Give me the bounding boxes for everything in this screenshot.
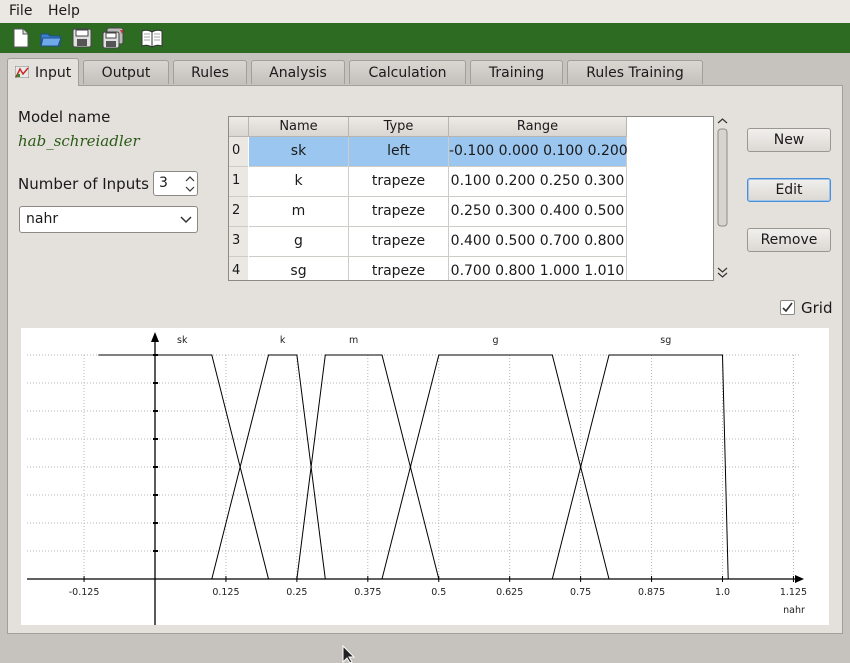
model-name-label: Model name [18, 108, 111, 126]
cell-type[interactable]: trapeze [349, 167, 449, 197]
grid-label: Grid [801, 299, 833, 317]
tab-rules-label: Rules [191, 65, 229, 81]
chart-icon [15, 66, 29, 78]
column-header-range[interactable]: Range [449, 117, 627, 137]
number-of-inputs-value: 3 [159, 175, 168, 191]
row-header[interactable]: 4 [229, 257, 248, 280]
tab-rules-training[interactable]: Rules Training [567, 60, 703, 84]
series-label-k: k [280, 335, 286, 346]
column-header-name[interactable]: Name [249, 117, 349, 137]
cell-name[interactable]: sk [249, 137, 349, 167]
column-header-label: Type [383, 119, 414, 134]
y-axis-arrow [151, 332, 159, 342]
spin-arrows-icon[interactable] [184, 174, 196, 194]
x-tick-label: 0.375 [354, 587, 381, 598]
tab-training-label: Training [488, 65, 545, 81]
cell-name[interactable]: k [249, 167, 349, 197]
table-scrollbar[interactable] [716, 116, 729, 281]
input-variable-select[interactable]: nahr [19, 206, 198, 233]
x-tick-label: 0.625 [496, 587, 523, 598]
remove-button[interactable]: Remove [747, 228, 831, 252]
table-corner [229, 117, 249, 137]
number-of-inputs-label: Number of Inputs [18, 175, 149, 193]
row-header[interactable]: 1 [229, 167, 248, 197]
series-line-sg [551, 354, 729, 580]
tab-output-label: Output [101, 65, 151, 81]
open-folder-icon[interactable] [39, 26, 63, 50]
tab-calculation[interactable]: Calculation [349, 60, 466, 84]
series-label-m: m [349, 335, 358, 346]
cell-range[interactable]: 0.250 0.300 0.400 0.500 [449, 197, 627, 227]
membership-chart-svg: -0.125 0.125 0.25 0.375 0.5 0.625 0.75 0.875 1.0… [27, 332, 807, 625]
cell-range[interactable]: 0.700 0.800 1.000 1.010 [449, 257, 627, 280]
x-tick-label: 0.125 [212, 587, 239, 598]
cell-range[interactable]: 0.100 0.200 0.250 0.300 [449, 167, 627, 197]
x-axis-arrow [795, 575, 804, 583]
cell-type[interactable]: trapeze [349, 227, 449, 257]
save-all-icon[interactable] [101, 26, 125, 50]
checkmark-icon [782, 302, 793, 313]
tab-input-label: Input [35, 65, 72, 81]
toolbar [0, 23, 850, 53]
x-tick-label: 1.125 [780, 587, 807, 598]
cell-range[interactable]: 0.400 0.500 0.700 0.800 [449, 227, 627, 257]
tab-input[interactable]: Input [7, 58, 79, 86]
grid-checkbox[interactable] [780, 300, 795, 315]
row-header[interactable]: 0 [229, 137, 248, 167]
chevron-down-icon [180, 216, 192, 224]
x-tick-label: 0.875 [638, 587, 665, 598]
tab-calculation-label: Calculation [368, 65, 447, 81]
series-label-sg: sg [660, 335, 671, 346]
x-tick-label: -0.125 [69, 587, 100, 598]
tab-training[interactable]: Training [470, 60, 563, 84]
cell-name[interactable]: g [249, 227, 349, 257]
membership-table: Name Type Range 0 sk left -0.100 0.000 0… [228, 116, 714, 281]
number-of-inputs-spinbox[interactable]: 3 [153, 171, 198, 196]
column-header-label: Name [279, 119, 318, 134]
menu-file[interactable]: File [9, 3, 32, 19]
series-label-sk: sk [177, 335, 188, 346]
tab-output[interactable]: Output [83, 60, 169, 84]
x-axis-label: nahr [783, 605, 805, 616]
book-icon[interactable] [140, 26, 164, 50]
column-header-type[interactable]: Type [349, 117, 449, 137]
edit-button[interactable]: Edit [747, 178, 831, 202]
menu-help[interactable]: Help [48, 3, 80, 19]
series-label-g: g [492, 335, 498, 346]
tab-analysis-label: Analysis [269, 65, 327, 81]
x-tick-label: 1.0 [715, 587, 730, 598]
x-tick-label: 0.25 [286, 587, 307, 598]
row-header[interactable]: 3 [229, 227, 248, 257]
x-tick-label: 0.5 [431, 587, 446, 598]
cell-name[interactable]: sg [249, 257, 349, 280]
mouse-cursor-icon [342, 645, 356, 663]
input-variable-selected: nahr [26, 211, 59, 227]
save-icon[interactable] [70, 26, 94, 50]
new-file-icon[interactable] [9, 26, 33, 50]
x-tick-label: 0.75 [570, 587, 591, 598]
cell-type[interactable]: trapeze [349, 197, 449, 227]
new-button[interactable]: New [747, 128, 831, 152]
model-name-value: hab_schreiadler [18, 132, 140, 150]
row-header[interactable]: 2 [229, 197, 248, 227]
cell-name[interactable]: m [249, 197, 349, 227]
tab-analysis[interactable]: Analysis [251, 60, 345, 84]
cell-range[interactable]: -0.100 0.000 0.100 0.200 [449, 137, 628, 167]
tab-rules-training-label: Rules Training [586, 65, 684, 81]
cell-type[interactable]: trapeze [349, 257, 449, 280]
menu-bar: File Help [0, 0, 850, 23]
cell-type[interactable]: left [349, 137, 449, 167]
tab-rules[interactable]: Rules [173, 60, 247, 84]
column-header-label: Range [516, 119, 559, 134]
tab-bar: Input Output Rules Analysis Calculation … [0, 58, 850, 86]
membership-chart: -0.125 0.125 0.25 0.375 0.5 0.625 0.75 0.875 1.0… [21, 328, 829, 625]
